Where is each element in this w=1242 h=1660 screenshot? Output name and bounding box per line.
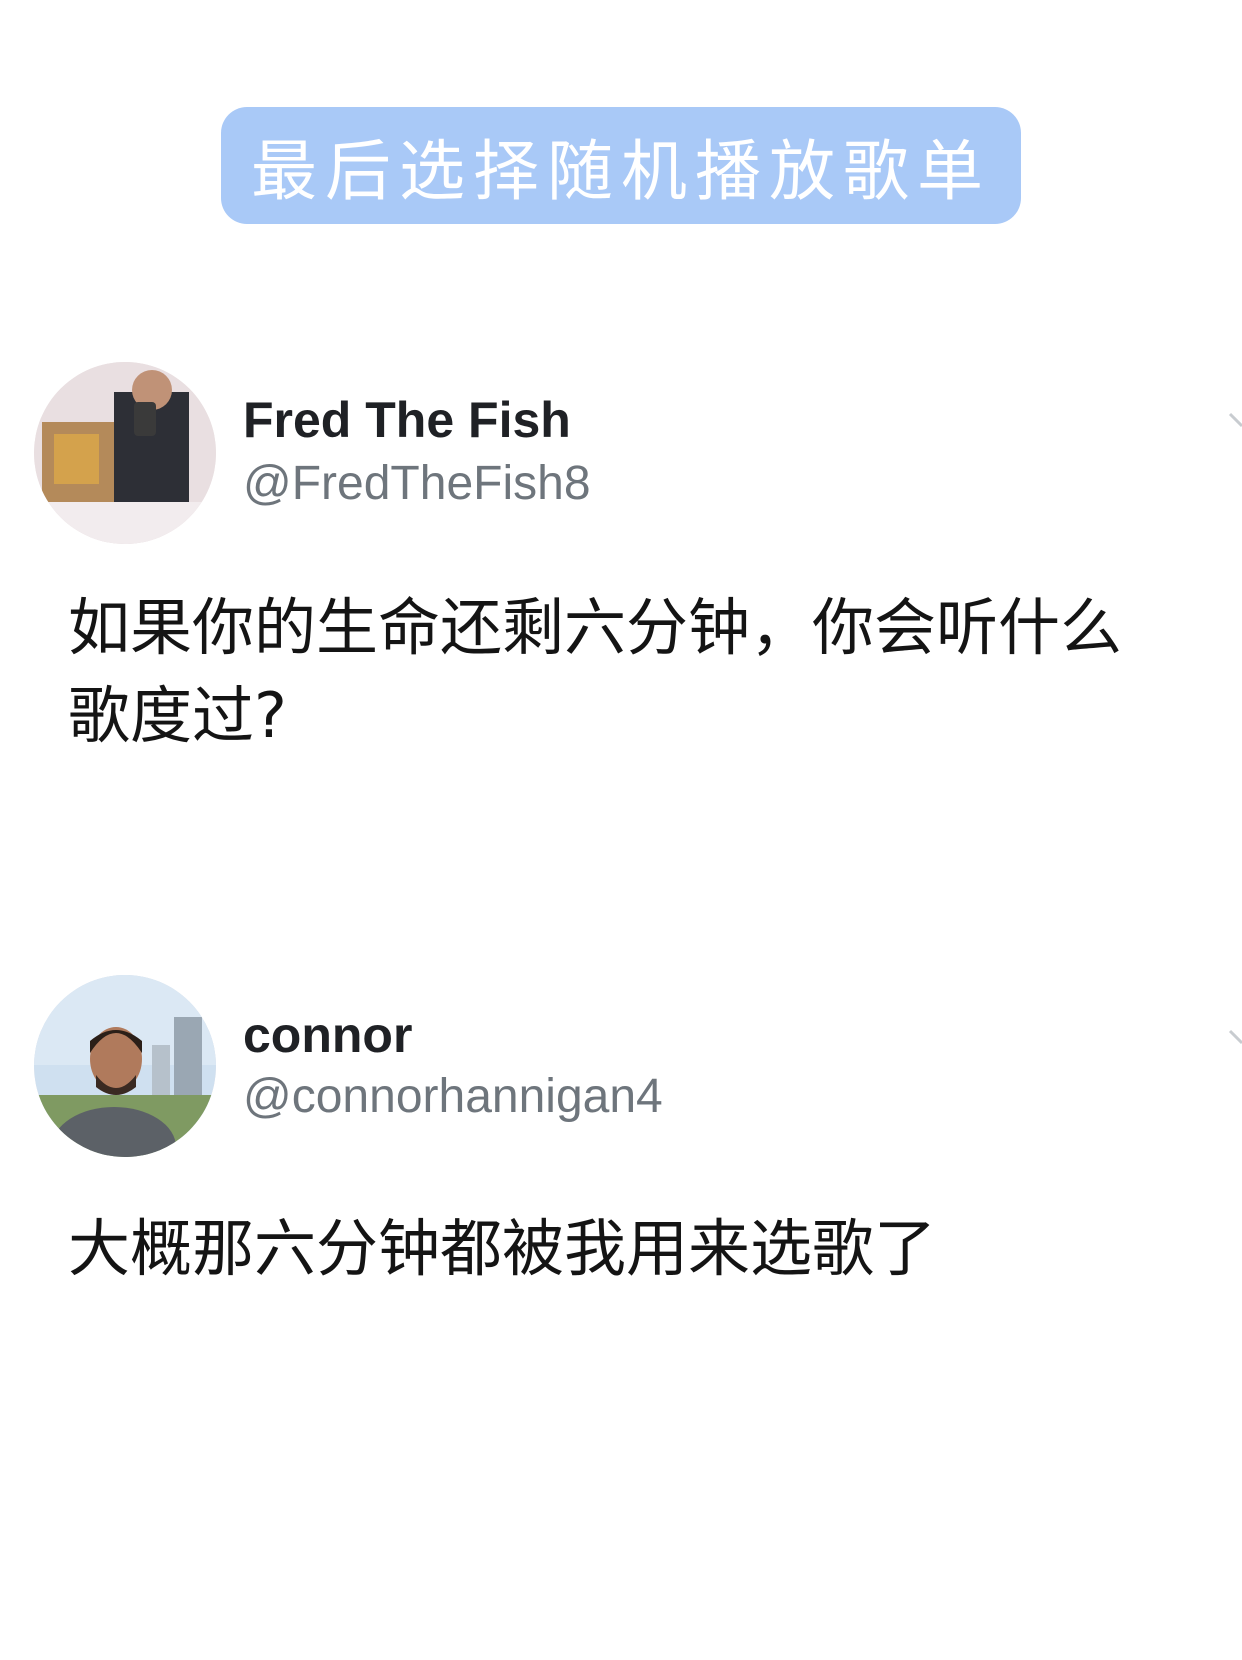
caption-text: 最后选择随机播放歌单 [251, 132, 991, 210]
chevron-down-icon[interactable] [1228, 410, 1242, 440]
user-avatar-icon [34, 975, 216, 1157]
tweet-text: 大概那六分钟都被我用来选歌了 [68, 1212, 937, 1285]
display-name[interactable]: connor [243, 1006, 412, 1064]
avatar[interactable] [34, 975, 216, 1157]
tweet-text: 如果你的生命还剩六分钟，你会听什么歌度过? [68, 591, 1123, 752]
user-handle[interactable]: @connorhannigan4 [243, 1069, 663, 1124]
avatar[interactable] [34, 362, 216, 544]
user-handle[interactable]: @FredTheFish8 [243, 456, 591, 511]
user-avatar-icon [34, 362, 216, 544]
display-name[interactable]: Fred The Fish [243, 391, 571, 449]
caption-banner: 最后选择随机播放歌单 [221, 107, 1021, 224]
chevron-down-icon[interactable] [1228, 1027, 1242, 1057]
